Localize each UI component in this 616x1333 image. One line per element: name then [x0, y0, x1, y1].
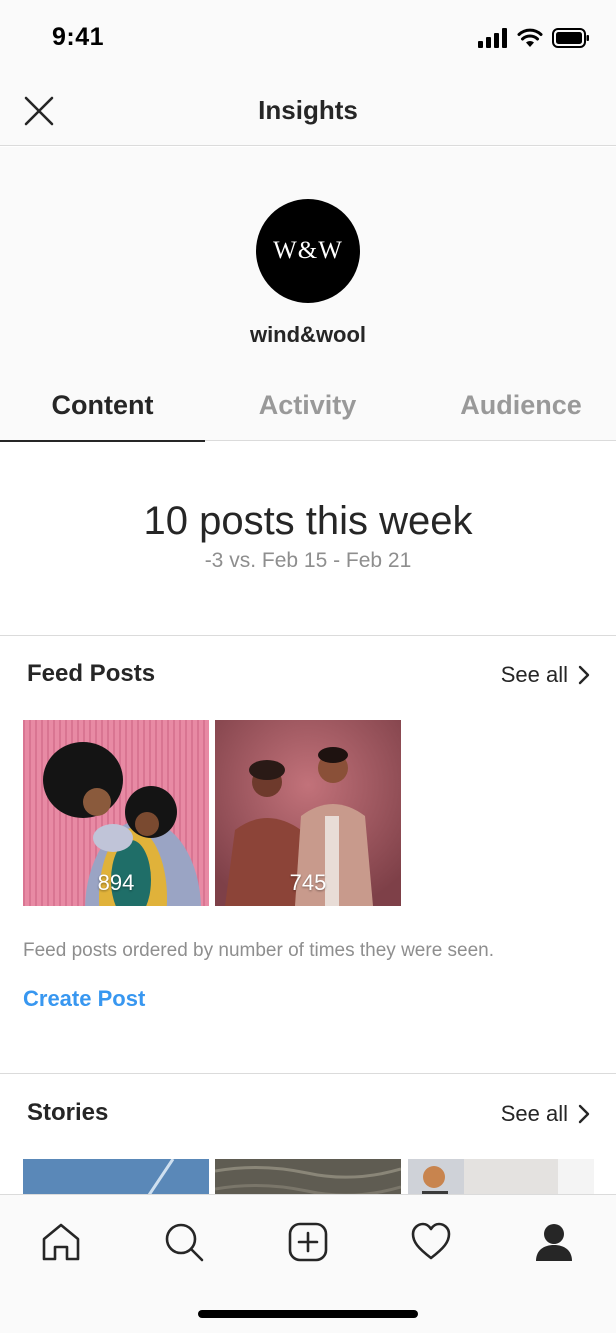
status-bar: 9:41 — [0, 0, 616, 76]
feed-posts-note: Feed posts ordered by number of times th… — [23, 940, 495, 961]
avatar[interactable]: W&W — [256, 199, 360, 303]
post-view-count: 745 — [289, 870, 327, 895]
story-photo-image — [215, 1159, 401, 1195]
story-photo-image — [408, 1159, 594, 1195]
story-thumbnail[interactable] — [23, 1159, 209, 1195]
username: wind&wool — [249, 322, 367, 347]
summary-comparison: -3 vs. Feb 15 - Feb 21 — [204, 549, 412, 572]
heart-icon — [411, 1222, 451, 1260]
cellular-signal-icon — [478, 28, 507, 48]
status-icons — [478, 26, 590, 50]
home-icon — [42, 1223, 80, 1261]
chevron-right-icon — [578, 1104, 590, 1124]
chevron-right-icon — [578, 665, 590, 685]
tab-audience[interactable]: Audience — [410, 369, 616, 441]
story-thumbnail[interactable] — [215, 1159, 401, 1195]
story-thumbnail[interactable] — [408, 1159, 594, 1195]
feed-posts-title: Feed Posts — [27, 660, 156, 687]
feed-posts-section: Feed Posts See all 894 745 Feed posts or… — [0, 636, 616, 1074]
new-post-tab[interactable] — [287, 1221, 329, 1263]
profile-tab[interactable] — [533, 1221, 575, 1263]
home-tab[interactable] — [40, 1221, 82, 1263]
nav-header: Insights — [0, 76, 616, 146]
tab-activity[interactable]: Activity — [205, 369, 410, 441]
home-indicator[interactable] — [198, 1310, 418, 1318]
search-icon — [165, 1223, 204, 1262]
post-view-count: 894 — [97, 870, 135, 895]
feed-posts-header: Feed Posts See all — [0, 660, 616, 700]
see-all-label: See all — [500, 1101, 568, 1126]
page-title: Insights — [258, 95, 358, 125]
feed-posts-see-all-button[interactable]: See all — [501, 662, 590, 688]
feed-post-thumbnail[interactable]: 894 — [23, 720, 209, 906]
stories-see-all-button[interactable]: See all — [501, 1101, 590, 1127]
posts-summary: 10 posts this week -3 vs. Feb 15 - Feb 2… — [0, 441, 616, 636]
feed-post-thumbnail[interactable]: 745 — [215, 720, 401, 906]
stories-title: Stories — [27, 1099, 109, 1126]
tab-content[interactable]: Content — [0, 369, 205, 442]
see-all-label: See all — [500, 662, 568, 687]
stories-section: Stories See all — [0, 1075, 616, 1195]
profile-area: W&W wind&wool Content Activity Audience — [0, 147, 616, 442]
story-photo-image — [23, 1159, 209, 1195]
add-post-icon — [288, 1222, 328, 1262]
status-time: 9:41 — [52, 23, 105, 51]
search-tab[interactable] — [163, 1221, 205, 1263]
create-post-link[interactable]: Create Post — [23, 986, 145, 1012]
battery-icon — [552, 28, 589, 48]
summary-headline: 10 posts this week — [143, 499, 473, 543]
insights-tabs: Content Activity Audience — [0, 369, 616, 442]
wifi-icon — [517, 28, 543, 47]
activity-tab[interactable] — [410, 1221, 452, 1263]
profile-icon — [536, 1224, 572, 1261]
stories-header: Stories See all — [0, 1099, 616, 1139]
